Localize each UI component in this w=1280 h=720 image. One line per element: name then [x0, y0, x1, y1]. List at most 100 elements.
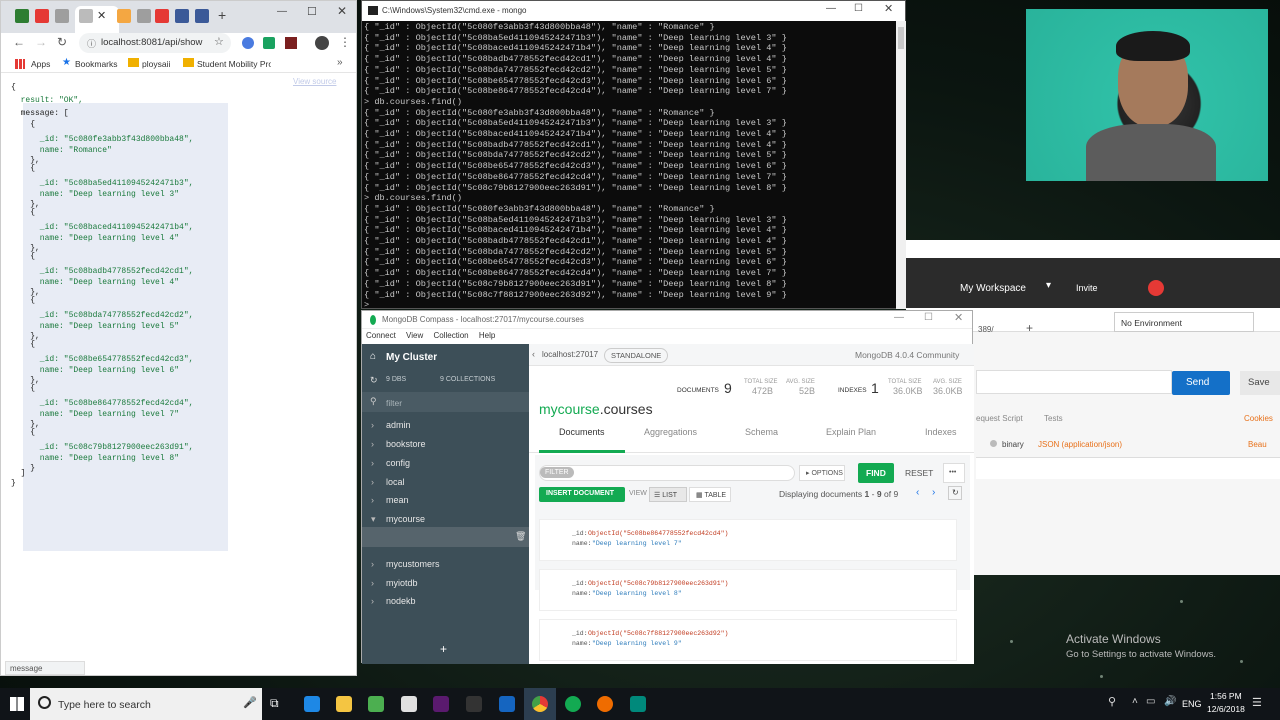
- document-card[interactable]: _id: ObjectId("5c08c79b8127900eec263d91"…: [539, 569, 957, 611]
- clock-date[interactable]: 12/6/2018: [1207, 704, 1245, 714]
- terminal-icon[interactable]: [466, 696, 482, 712]
- cluster-name[interactable]: My Cluster: [386, 352, 437, 363]
- home-icon[interactable]: ⌂: [370, 351, 376, 362]
- table-view-button[interactable]: ▦ TABLE: [689, 487, 731, 502]
- bookmark-apps[interactable]: Apps: [31, 59, 50, 69]
- menu-help[interactable]: Help: [479, 331, 495, 340]
- facebook-tab-icon[interactable]: [195, 9, 209, 23]
- collapse-sidebar-icon[interactable]: ‹: [532, 349, 535, 359]
- sync-icon[interactable]: [1148, 280, 1164, 296]
- environment-select[interactable]: No Environment: [1114, 312, 1254, 332]
- expand-right-icon[interactable]: ›: [371, 477, 374, 487]
- save-button[interactable]: Save: [1240, 371, 1280, 395]
- expand-right-icon[interactable]: ›: [371, 578, 374, 588]
- language-indicator[interactable]: ENG: [1182, 699, 1202, 709]
- new-tab-button[interactable]: +: [1026, 321, 1033, 335]
- database-item[interactable]: local: [386, 477, 405, 487]
- more-bookmarks-icon[interactable]: »: [337, 57, 343, 68]
- scrollbar-thumb[interactable]: [898, 27, 904, 49]
- minimize-button[interactable]: —: [826, 3, 836, 14]
- youtube-tab-icon[interactable]: [35, 9, 49, 23]
- refresh-documents-icon[interactable]: ↻: [948, 486, 962, 500]
- tab-favicon-icon[interactable]: [117, 9, 131, 23]
- filter-placeholder[interactable]: filter: [386, 398, 402, 408]
- request-tab-fragment[interactable]: 389/: [978, 325, 994, 334]
- tab-favicon-icon[interactable]: [15, 9, 29, 23]
- pre-request-script-tab[interactable]: equest Script: [976, 414, 1023, 423]
- tab-aggregations[interactable]: Aggregations: [644, 427, 697, 437]
- trash-icon[interactable]: 🗑: [515, 531, 526, 542]
- list-view-button[interactable]: ☰ LIST: [649, 487, 687, 502]
- query-history-button[interactable]: •••: [943, 463, 965, 483]
- menu-kebab-icon[interactable]: ⋮: [339, 35, 351, 49]
- app-icon[interactable]: [630, 696, 646, 712]
- people-icon[interactable]: ⚲: [1108, 695, 1116, 708]
- edge-icon[interactable]: [304, 696, 320, 712]
- notifications-icon[interactable]: ☰: [1252, 696, 1262, 709]
- close-window-button[interactable]: ✕: [884, 2, 893, 15]
- cmd-scrollbar[interactable]: [896, 21, 906, 309]
- menu-connect[interactable]: Connect: [366, 331, 396, 340]
- info-icon[interactable]: ⓘ: [87, 37, 96, 50]
- extension-icon[interactable]: [263, 37, 275, 49]
- tray-chevron-icon[interactable]: ˄: [1132, 696, 1138, 707]
- facebook-tab-icon[interactable]: [175, 9, 189, 23]
- clock-time[interactable]: 1:56 PM: [1210, 691, 1242, 701]
- tab-indexes[interactable]: Indexes: [925, 427, 957, 437]
- close-window-button[interactable]: ✕: [954, 311, 963, 324]
- premiere-icon[interactable]: [433, 696, 449, 712]
- workspace-selector[interactable]: My Workspace: [960, 283, 1026, 294]
- filter-input[interactable]: [539, 465, 795, 481]
- database-item[interactable]: mean: [386, 495, 409, 505]
- database-item[interactable]: nodekb: [386, 596, 416, 606]
- url-text[interactable]: localhost:8081/api/show: [101, 37, 202, 48]
- beautify-link[interactable]: Beau: [1248, 440, 1267, 449]
- body-editor[interactable]: [976, 457, 1280, 479]
- create-database-button[interactable]: +: [440, 642, 447, 656]
- windows-start-icon[interactable]: [10, 697, 24, 711]
- database-item[interactable]: mycustomers: [386, 559, 440, 569]
- taskbar-search-placeholder[interactable]: Type here to search: [58, 699, 151, 711]
- tab-documents[interactable]: Documents: [559, 427, 605, 437]
- store-icon[interactable]: [368, 696, 384, 712]
- bookmark-ploysaii[interactable]: ploysaii: [142, 59, 170, 69]
- minimize-button[interactable]: —: [894, 312, 904, 323]
- postman-icon[interactable]: [597, 696, 613, 712]
- database-item[interactable]: myiotdb: [386, 578, 418, 588]
- next-page-icon[interactable]: ›: [932, 487, 935, 498]
- binary-radio[interactable]: [990, 440, 997, 447]
- minimize-button[interactable]: —: [277, 6, 287, 17]
- invite-button[interactable]: Invite: [1076, 283, 1098, 293]
- url-input[interactable]: [976, 370, 1172, 394]
- tab-favicon-icon[interactable]: [55, 9, 69, 23]
- database-item[interactable]: admin: [386, 420, 411, 430]
- new-tab-button[interactable]: +: [218, 7, 226, 23]
- database-item[interactable]: config: [386, 458, 410, 468]
- send-button[interactable]: Send: [1172, 371, 1230, 395]
- back-icon[interactable]: ←: [13, 35, 25, 49]
- compass-icon[interactable]: [565, 696, 581, 712]
- document-card[interactable]: _id: ObjectId("5c08c7f88127900eec263d92"…: [539, 619, 957, 661]
- file-explorer-icon[interactable]: [336, 696, 352, 712]
- menu-collection[interactable]: Collection: [433, 331, 468, 340]
- vscode-icon[interactable]: [499, 696, 515, 712]
- view-source-link[interactable]: View source: [293, 77, 336, 86]
- refresh-icon[interactable]: ↻: [370, 375, 378, 386]
- tab-explain-plan[interactable]: Explain Plan: [826, 427, 876, 437]
- close-tab-icon[interactable]: ✕: [97, 9, 106, 22]
- bookmark-student-mobility[interactable]: Student Mobility Pro: [197, 59, 271, 69]
- database-item[interactable]: mycourse: [386, 514, 425, 524]
- maximize-button[interactable]: ☐: [854, 3, 863, 14]
- reload-icon[interactable]: ↻: [57, 35, 67, 49]
- task-view-icon[interactable]: ⧉: [270, 696, 279, 711]
- expand-right-icon[interactable]: ›: [371, 420, 374, 430]
- menu-view[interactable]: View: [406, 331, 423, 340]
- find-button[interactable]: FIND: [858, 463, 894, 483]
- reset-button[interactable]: RESET: [901, 463, 939, 483]
- tab-schema[interactable]: Schema: [745, 427, 778, 437]
- extension-icon[interactable]: [285, 37, 297, 49]
- cookies-link[interactable]: Cookies: [1244, 414, 1273, 423]
- expand-right-icon[interactable]: ›: [371, 559, 374, 569]
- microphone-icon[interactable]: 🎤: [243, 696, 257, 709]
- chrome-icon[interactable]: [532, 696, 548, 712]
